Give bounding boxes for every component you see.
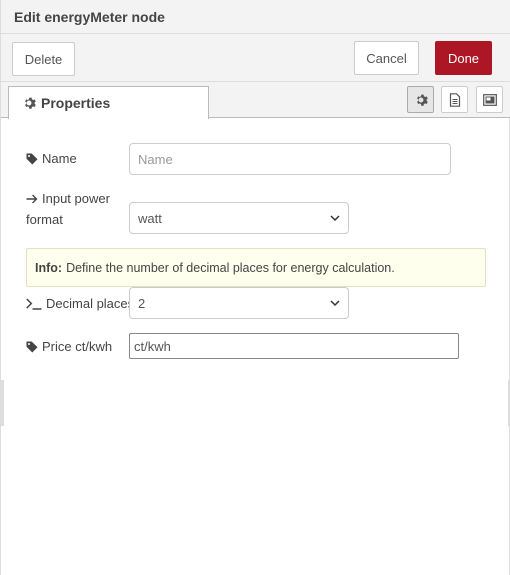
price-label: Price ct/kwh	[26, 339, 112, 354]
image-icon	[482, 93, 497, 106]
chevron-down-icon	[330, 214, 340, 221]
tab-properties[interactable]: Properties	[8, 86, 209, 119]
document-icon	[449, 92, 460, 107]
name-input[interactable]: Name	[129, 143, 451, 175]
cancel-button[interactable]: Cancel	[354, 41, 419, 75]
done-button[interactable]: Done	[435, 41, 492, 75]
decimal-places-label: Decimal places	[26, 296, 134, 311]
info-label: Info:	[35, 260, 63, 275]
left-resize-handle[interactable]	[1, 380, 4, 426]
price-input[interactable]: ct/kwh	[129, 333, 459, 359]
input-power-label-text1: Input power	[42, 191, 110, 206]
input-power-label-line1: Input power	[26, 191, 110, 206]
gear-icon	[25, 97, 36, 109]
name-label: Name	[26, 151, 77, 166]
delete-button[interactable]: Delete	[12, 42, 75, 76]
tab-properties-label: Properties	[41, 95, 111, 111]
gear-icon	[416, 94, 428, 106]
node-description-button[interactable]	[441, 86, 468, 113]
tray-title: Edit energyMeter node	[14, 9, 165, 25]
arrow-right-icon	[26, 194, 38, 203]
decimal-places-value: 2	[138, 295, 146, 311]
price-label-text: Price ct/kwh	[42, 339, 113, 354]
decimal-places-select[interactable]: 2	[129, 287, 349, 319]
info-box: Info: Define the number of decimal place…	[26, 248, 486, 287]
name-label-text: Name	[42, 151, 77, 166]
tray-toolbar: Delete Cancel Done	[1, 34, 510, 82]
tag-icon	[26, 341, 38, 352]
chevron-down-icon	[330, 299, 340, 306]
node-properties-button[interactable]	[407, 86, 434, 113]
info-text: Define the number of decimal places for …	[66, 260, 395, 275]
input-power-format-select[interactable]: watt	[129, 202, 349, 234]
input-power-format-value: watt	[138, 210, 162, 226]
edit-tray: Edit energyMeter node Delete Cancel Done…	[0, 0, 510, 575]
tray-header: Edit energyMeter node	[1, 0, 510, 34]
input-power-label-text2: format	[26, 212, 63, 227]
decimal-places-label-text: Decimal places	[46, 296, 135, 311]
tab-bar: Properties	[1, 82, 510, 119]
tag-icon	[26, 153, 38, 164]
terminal-icon	[26, 297, 42, 310]
node-appearance-button[interactable]	[476, 86, 503, 113]
input-power-label: Input power format	[26, 191, 110, 227]
